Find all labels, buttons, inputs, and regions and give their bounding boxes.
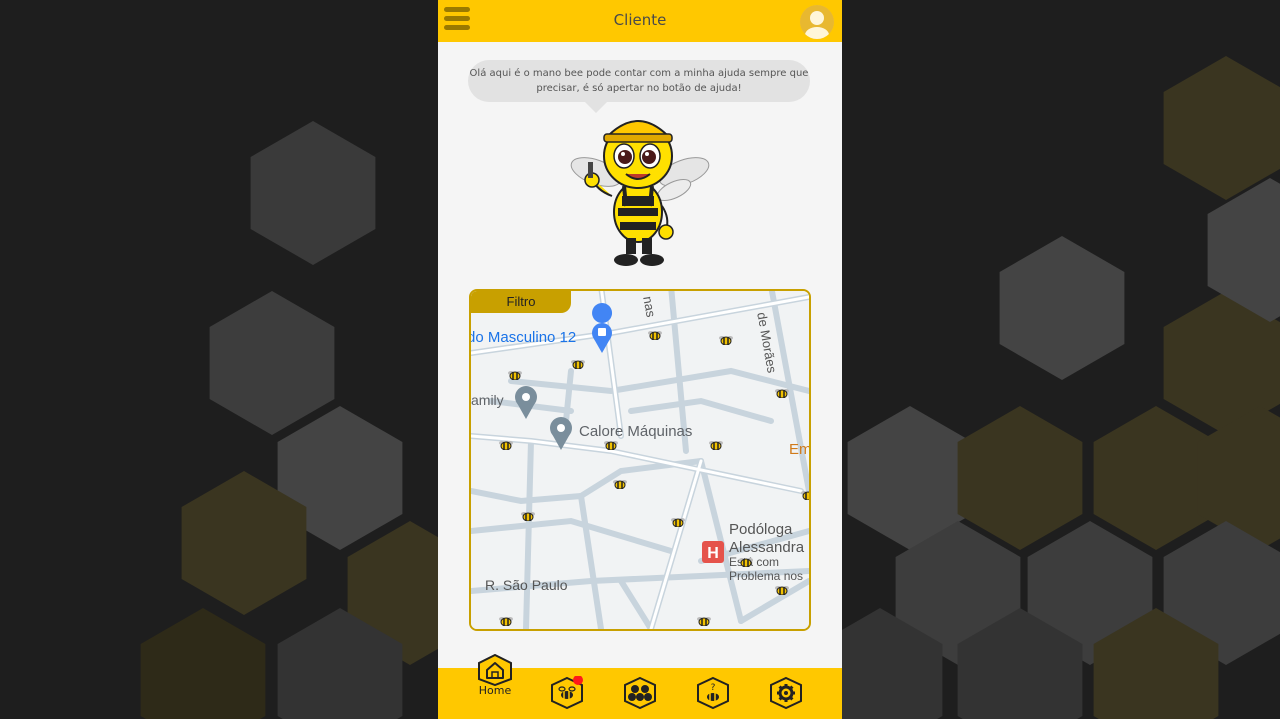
bottom-navigation-bar: Home ? bbox=[438, 653, 842, 719]
background-hexagon bbox=[140, 608, 266, 719]
bee-marker-icon[interactable] bbox=[508, 370, 522, 380]
map-place-label: do Masculino 12 bbox=[469, 329, 577, 346]
bee-marker-icon[interactable] bbox=[697, 616, 711, 626]
street-label: R. São Paulo bbox=[485, 577, 568, 593]
notification-dot bbox=[573, 675, 583, 685]
bee-marker-icon[interactable] bbox=[521, 511, 535, 521]
home-icon bbox=[478, 653, 512, 687]
bee-marker-icon[interactable] bbox=[499, 616, 513, 626]
honeycomb-icon bbox=[624, 676, 656, 710]
map-place-label: Está com bbox=[729, 555, 780, 569]
settings-gear-icon bbox=[770, 676, 802, 710]
background-hexagon bbox=[1163, 56, 1280, 200]
nav-settings[interactable] bbox=[768, 676, 804, 710]
svg-text:H: H bbox=[707, 545, 719, 562]
background-hexagon bbox=[999, 236, 1125, 380]
nav-honeycomb[interactable] bbox=[622, 676, 658, 710]
phone-screen: Cliente Olá aqui é o mano bee pode conta… bbox=[438, 0, 842, 719]
page-title: Cliente bbox=[613, 11, 667, 29]
bee-map-icon bbox=[551, 675, 583, 710]
bee-marker-icon[interactable] bbox=[571, 359, 585, 369]
map-place-label: Podóloga bbox=[729, 521, 793, 538]
assistant-speech-bubble: Olá aqui é o mano bee pode contar com a … bbox=[468, 60, 810, 102]
bee-marker-icon[interactable] bbox=[739, 557, 753, 567]
svg-text:?: ? bbox=[711, 683, 716, 693]
top-app-bar: Cliente bbox=[438, 0, 842, 42]
bee-marker-icon[interactable] bbox=[604, 440, 618, 450]
filter-button[interactable]: Filtro bbox=[471, 291, 571, 313]
bee-marker-icon[interactable] bbox=[775, 388, 789, 398]
map-place-label: Em bbox=[789, 441, 811, 458]
help-bee-icon: ? bbox=[697, 676, 729, 710]
bee-mascot-image bbox=[570, 120, 710, 266]
background-hexagon bbox=[209, 291, 335, 435]
bee-marker-icon[interactable] bbox=[613, 479, 627, 489]
nav-home-label: Home bbox=[478, 684, 512, 697]
assistant-message: Olá aqui é o mano bee pode contar com a … bbox=[469, 68, 809, 94]
bee-marker-icon[interactable] bbox=[499, 440, 513, 450]
bee-marker-icon[interactable] bbox=[775, 585, 789, 595]
map-place-label: amily bbox=[471, 392, 504, 408]
background-hexagon bbox=[957, 406, 1083, 550]
map-view[interactable]: H do Masculino 12 amily Calore Máquinas … bbox=[469, 289, 811, 631]
user-avatar-icon[interactable] bbox=[800, 5, 834, 39]
nav-help[interactable]: ? bbox=[695, 676, 731, 710]
bee-marker-icon[interactable] bbox=[801, 490, 811, 500]
background-hexagon bbox=[250, 121, 376, 265]
bee-marker-icon[interactable] bbox=[709, 440, 723, 450]
nav-bee-map[interactable] bbox=[549, 675, 585, 710]
map-place-label: Calore Máquinas bbox=[579, 423, 693, 440]
map-place-label: Alessandra bbox=[729, 539, 805, 556]
map-place-label: Problema nos bbox=[729, 569, 804, 583]
bee-marker-icon[interactable] bbox=[648, 330, 662, 340]
bee-marker-icon[interactable] bbox=[671, 517, 685, 527]
bee-marker-icon[interactable] bbox=[719, 335, 733, 345]
nav-home[interactable]: Home bbox=[475, 653, 515, 698]
